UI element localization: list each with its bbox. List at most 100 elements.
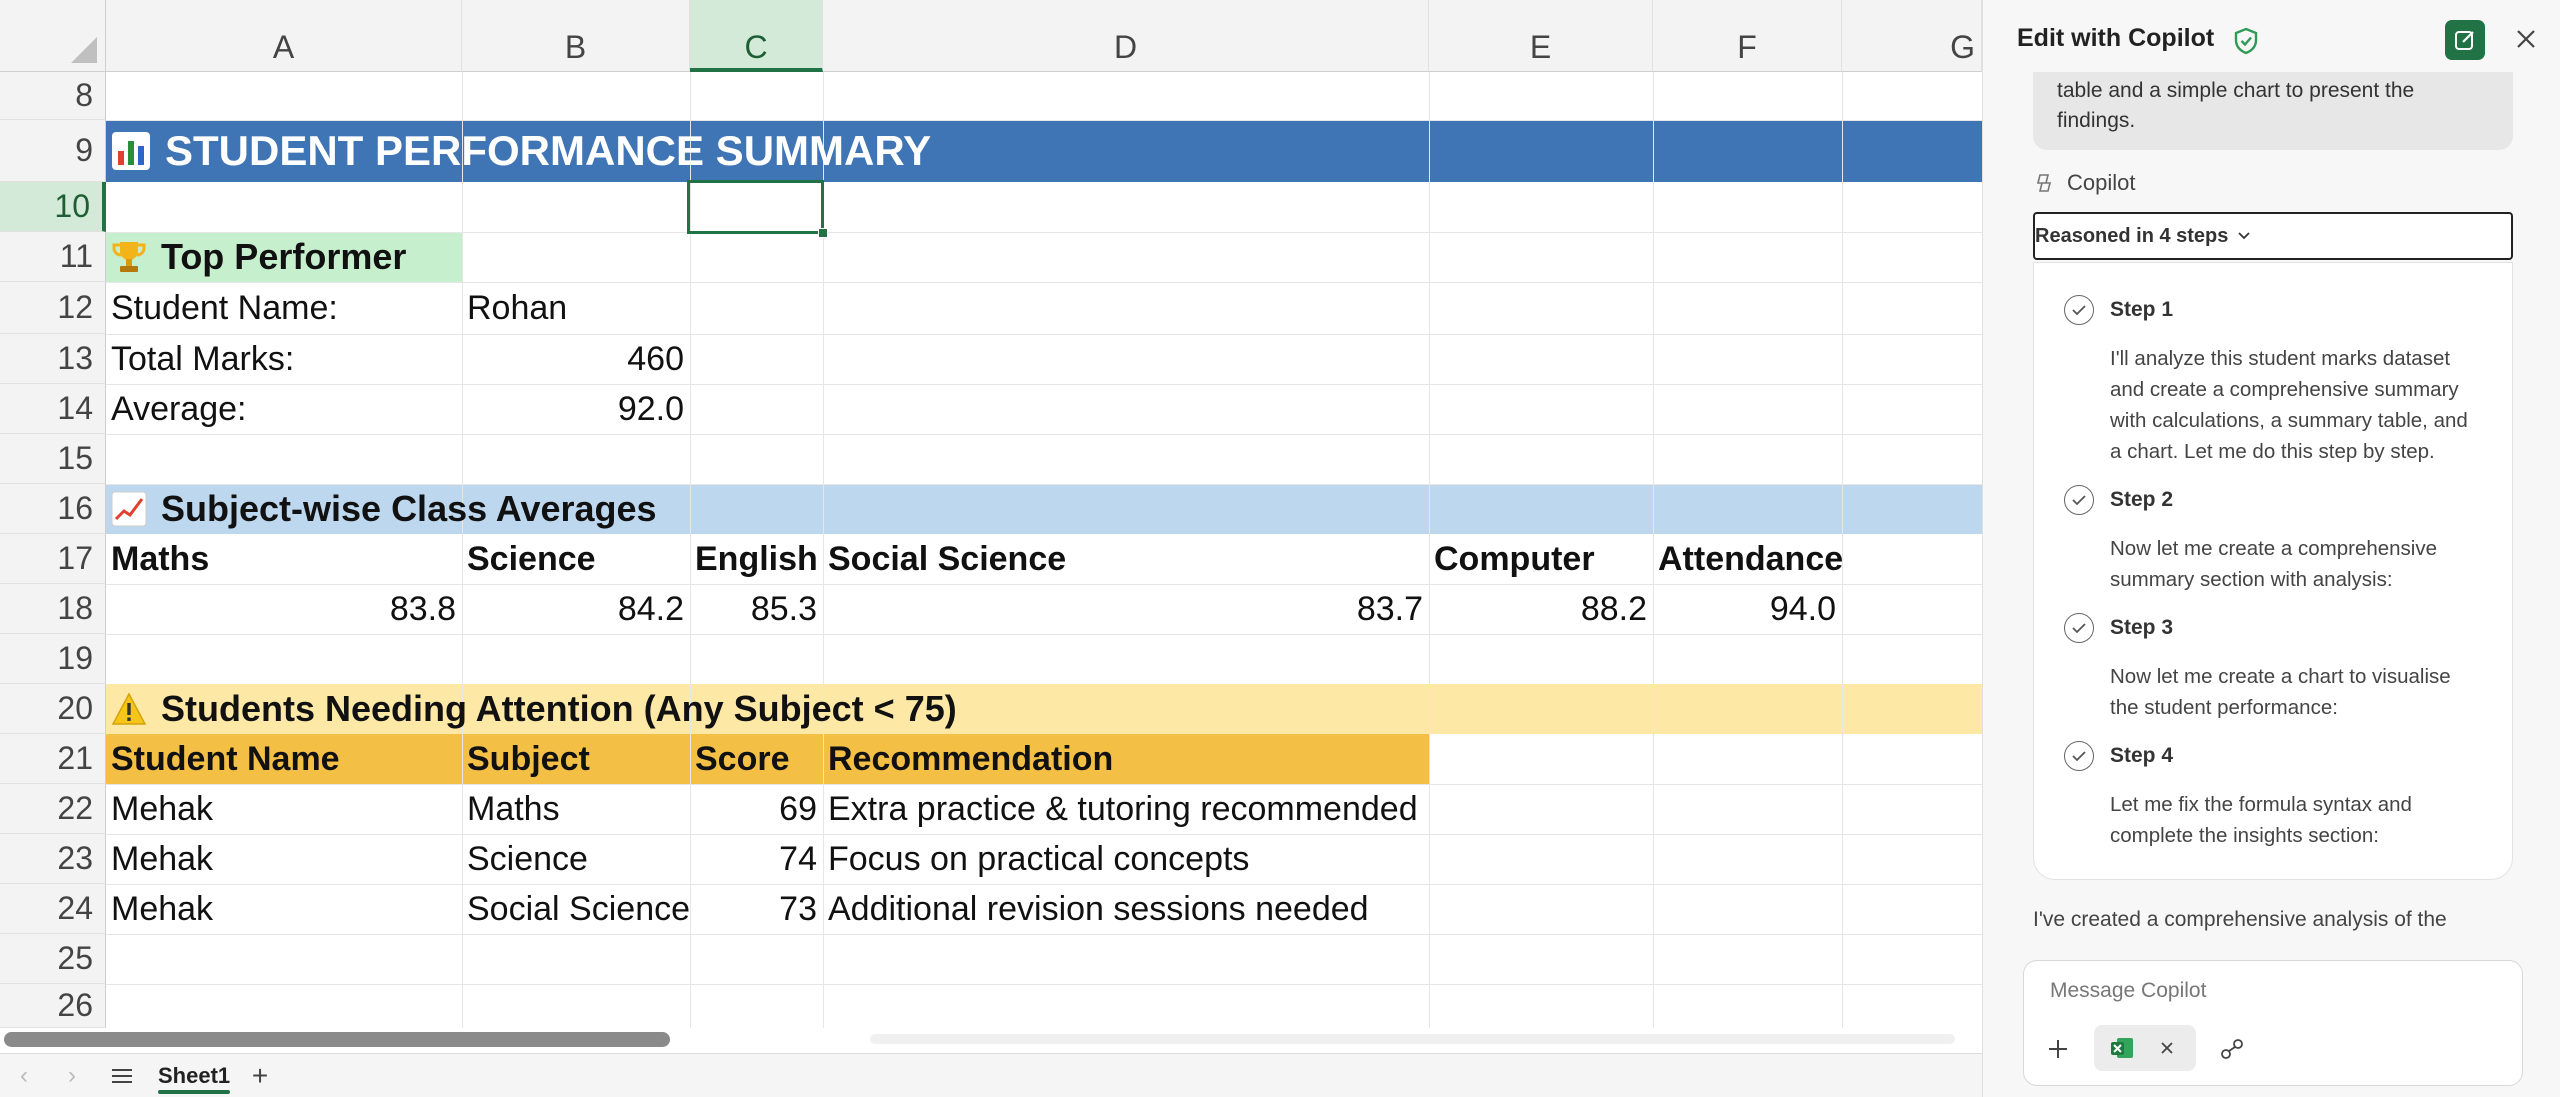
row-header-12[interactable]: 12 — [0, 282, 106, 334]
averages-heading: Subject-wise Class Averages — [161, 488, 657, 529]
message-composer[interactable]: Message Copilot — [2023, 960, 2523, 1086]
copilot-panel: Edit with Copilot table and a simple cha… — [1982, 0, 2560, 1097]
horizontal-scrollbar[interactable] — [0, 1028, 1982, 1053]
avg-header-science[interactable]: Science — [462, 534, 596, 584]
step-text-line: Now let me create a comprehensive — [2110, 537, 2438, 560]
column-header-f[interactable]: F — [1653, 0, 1842, 72]
workbook-context-chip[interactable] — [2094, 1025, 2196, 1071]
bar-chart-icon — [111, 131, 151, 171]
cell-b23[interactable]: Science — [462, 834, 588, 884]
column-header-e[interactable]: E — [1429, 0, 1653, 72]
avg-value-science[interactable]: 84.2 — [462, 584, 690, 634]
excel-app: { "columns": ["A","B","C","D","E","F","G… — [0, 0, 2560, 1097]
avg-value-maths[interactable]: 83.8 — [106, 584, 462, 634]
cell-c23[interactable]: 74 — [690, 834, 823, 884]
sheet-tab-sheet1[interactable]: Sheet1 — [150, 1054, 238, 1097]
row-header-25[interactable]: 25 — [0, 934, 106, 984]
add-sheet-icon[interactable]: + — [244, 1054, 276, 1097]
new-chat-button[interactable] — [2445, 20, 2485, 60]
column-header-c[interactable]: C — [690, 0, 823, 72]
avg-header-maths[interactable]: Maths — [106, 534, 209, 584]
remove-context-icon[interactable] — [2156, 1037, 2178, 1059]
next-sheet-icon[interactable]: › — [56, 1054, 88, 1097]
avg-header-computer[interactable]: Computer — [1429, 534, 1595, 584]
spreadsheet-grid[interactable]: A B C D E F G 8 9 10 11 12 13 14 15 16 1… — [0, 0, 1982, 1053]
fill-handle[interactable] — [818, 228, 828, 238]
row-header-26[interactable]: 26 — [0, 984, 106, 1028]
user-message-line: table and a simple chart to present the — [2057, 79, 2415, 102]
cell-a12[interactable]: Student Name: — [106, 282, 338, 334]
cell-d22[interactable]: Extra practice & tutoring recommended — [823, 784, 1418, 834]
row-header-11[interactable]: 11 — [0, 232, 106, 282]
column-header-a[interactable]: A — [106, 0, 462, 72]
top-performer-heading-cell[interactable]: Top Performer — [106, 232, 406, 282]
cell-d24[interactable]: Additional revision sessions needed — [823, 884, 1369, 934]
cell-b14[interactable]: 92.0 — [462, 384, 690, 434]
avg-header-social-science[interactable]: Social Science — [823, 534, 1066, 584]
row-header-13[interactable]: 13 — [0, 334, 106, 384]
row-header-16[interactable]: 16 — [0, 484, 106, 534]
cell-a13[interactable]: Total Marks: — [106, 334, 294, 384]
shield-check-icon — [2231, 26, 2261, 56]
avg-header-attendance[interactable]: Attendance — [1653, 534, 1843, 584]
column-header-d[interactable]: D — [823, 0, 1429, 72]
cell-a23[interactable]: Mehak — [106, 834, 213, 884]
avg-value-english[interactable]: 85.3 — [690, 584, 823, 634]
attention-heading-cell[interactable]: Students Needing Attention (Any Subject … — [106, 684, 957, 734]
column-header-b[interactable]: B — [462, 0, 690, 72]
row-header-23[interactable]: 23 — [0, 834, 106, 884]
row-header-15[interactable]: 15 — [0, 434, 106, 484]
close-panel-button[interactable] — [2511, 24, 2541, 54]
cell-d23[interactable]: Focus on practical concepts — [823, 834, 1249, 884]
cell-a24[interactable]: Mehak — [106, 884, 213, 934]
add-attachment-button[interactable] — [2042, 1033, 2074, 1065]
attention-header-recommendation[interactable]: Recommendation — [823, 734, 1113, 784]
reasoning-toggle[interactable]: Reasoned in 4 steps — [2033, 212, 2513, 260]
active-cell-selection[interactable] — [687, 180, 828, 238]
row-header-20[interactable]: 20 — [0, 684, 106, 734]
check-circle-icon — [2064, 295, 2094, 325]
prompt-tools-button[interactable] — [2216, 1033, 2248, 1065]
all-sheets-menu-icon[interactable] — [106, 1054, 138, 1097]
avg-value-attendance[interactable]: 94.0 — [1653, 584, 1842, 634]
cell-b13[interactable]: 460 — [462, 334, 690, 384]
step-text-line: Let me fix the formula syntax and — [2110, 793, 2412, 816]
row-header-14[interactable]: 14 — [0, 384, 106, 434]
cell-b24[interactable]: Social Science — [462, 884, 690, 934]
row-header-19[interactable]: 19 — [0, 634, 106, 684]
attention-header-score[interactable]: Score — [690, 734, 790, 784]
summary-title: STUDENT PERFORMANCE SUMMARY — [165, 127, 932, 174]
prev-sheet-icon[interactable]: ‹ — [8, 1054, 40, 1097]
averages-heading-cell[interactable]: Subject-wise Class Averages — [106, 484, 657, 534]
row-header-22[interactable]: 22 — [0, 784, 106, 834]
cell-a22[interactable]: Mehak — [106, 784, 213, 834]
avg-value-computer[interactable]: 88.2 — [1429, 584, 1653, 634]
cell-b12[interactable]: Rohan — [462, 282, 567, 334]
scrollbar-thumb[interactable] — [4, 1032, 670, 1047]
cell-c22[interactable]: 69 — [690, 784, 823, 834]
row-header-18[interactable]: 18 — [0, 584, 106, 634]
row-header-10[interactable]: 10 — [0, 182, 106, 232]
step-text-line: the student performance: — [2110, 696, 2338, 719]
cell-b22[interactable]: Maths — [462, 784, 560, 834]
row-header-9[interactable]: 9 — [0, 120, 106, 182]
cell-c24[interactable]: 73 — [690, 884, 823, 934]
row-header-24[interactable]: 24 — [0, 884, 106, 934]
copilot-icon — [2033, 172, 2055, 194]
avg-header-english[interactable]: English — [690, 534, 818, 584]
sheet-tab-bar: ‹ › Sheet1 + — [0, 1053, 1982, 1097]
column-header-g[interactable]: G — [1842, 0, 1982, 72]
row-header-21[interactable]: 21 — [0, 734, 106, 784]
step-text-line: summary section with analysis: — [2110, 568, 2393, 591]
select-all-corner[interactable] — [0, 0, 106, 72]
cell-a14[interactable]: Average: — [106, 384, 246, 434]
row-header-17[interactable]: 17 — [0, 534, 106, 584]
row-header-8[interactable]: 8 — [0, 72, 106, 120]
message-input[interactable]: Message Copilot — [2050, 979, 2206, 1003]
summary-title-cell[interactable]: STUDENT PERFORMANCE SUMMARY — [106, 120, 931, 182]
attention-header-subject[interactable]: Subject — [462, 734, 590, 784]
check-circle-icon — [2064, 613, 2094, 643]
attention-header-student[interactable]: Student Name — [106, 734, 340, 784]
plus-icon — [2049, 1040, 2067, 1058]
avg-value-social-science[interactable]: 83.7 — [823, 584, 1429, 634]
